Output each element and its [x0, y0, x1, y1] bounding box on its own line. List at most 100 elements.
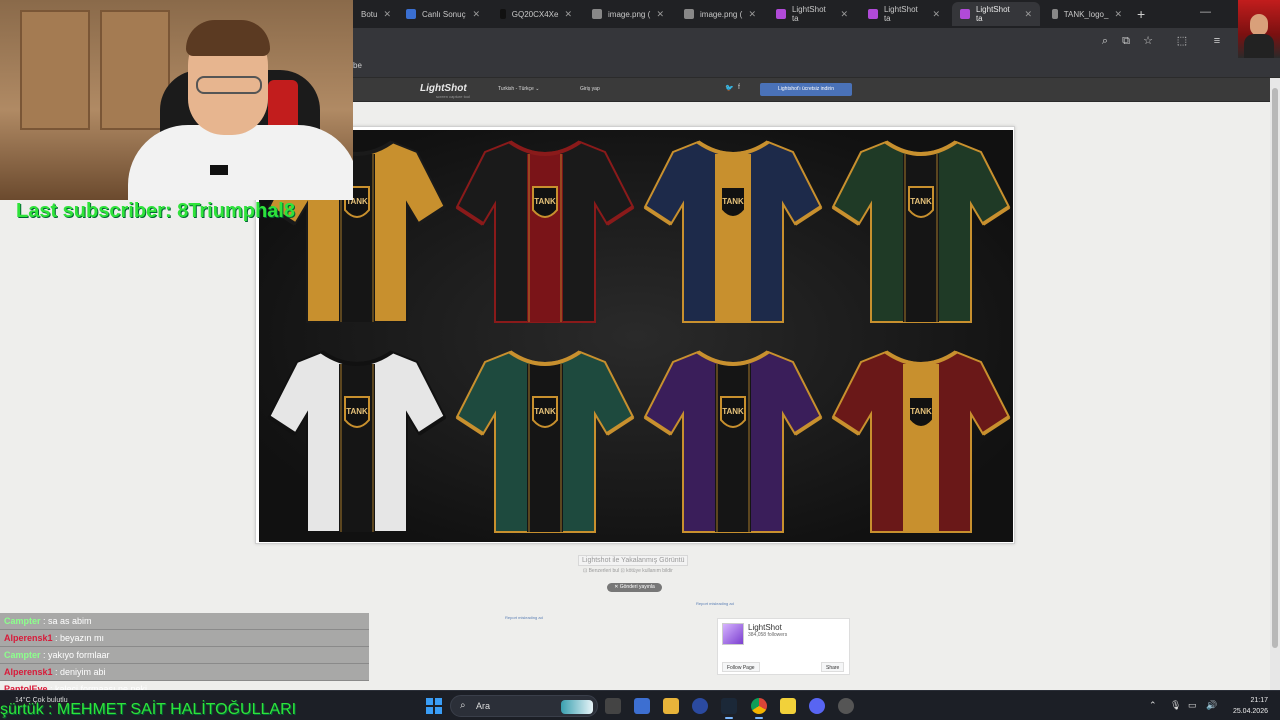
caption-links[interactable]: ⊡ Benzerleri bul ⊡ kötüye kullanım bildi…: [583, 568, 673, 574]
browser-tab[interactable]: LightShot ta ✕: [860, 2, 948, 26]
close-tab-icon[interactable]: ✕: [840, 9, 848, 20]
steam-icon[interactable]: [721, 698, 737, 719]
windows-start-icon[interactable]: [426, 698, 442, 714]
zoom-icon[interactable]: ⌕: [1098, 34, 1112, 48]
chat-username: Campter: [4, 650, 41, 660]
network-icon[interactable]: ▭: [1188, 700, 1197, 711]
tab-label: GQ20CX4Xe: [511, 9, 559, 19]
chat-overlay: Campter : sa as abim Alperensk1 : beyazın…: [0, 613, 369, 698]
jersey-icon: TANK: [455, 140, 635, 323]
browser-tab[interactable]: image.png ( ✕: [676, 2, 764, 26]
task-view-icon[interactable]: [605, 698, 621, 714]
lightshot-logo[interactable]: LightShot: [420, 83, 467, 94]
volume-icon[interactable]: 🔊: [1206, 700, 1217, 711]
chrome-icon[interactable]: [751, 698, 767, 719]
search-placeholder: Ara: [476, 701, 491, 711]
close-tab-icon[interactable]: ✕: [564, 9, 572, 20]
browser-tab[interactable]: LightShot ta ✕: [768, 2, 856, 26]
chat-username: Alperensk1: [4, 633, 53, 643]
close-tab-icon[interactable]: ✕: [932, 9, 940, 20]
new-tab-button[interactable]: +: [1137, 6, 1145, 22]
jersey-icon: TANK: [267, 350, 447, 533]
taskbar-search[interactable]: ⌕ Ara: [450, 695, 598, 717]
chat-text: : sa as abim: [40, 616, 92, 626]
globe-icon: [592, 9, 602, 19]
fb-followers: 384,058 followers: [748, 632, 788, 638]
tab-label: LightShot ta: [883, 5, 918, 23]
chat-username: Campter: [4, 616, 41, 626]
twitter-icon[interactable]: 🐦: [725, 84, 734, 92]
jersey-design: TANK: [455, 132, 635, 327]
search-icon: ⌕: [460, 700, 466, 711]
facebook-icon[interactable]: f: [738, 84, 740, 91]
browser-tab[interactable]: Canlı Sonuç ✕: [398, 2, 488, 26]
close-tab-icon[interactable]: ✕: [383, 9, 391, 20]
install-app-icon[interactable]: ⧉: [1119, 34, 1133, 48]
report-ad-link[interactable]: Report misleading ad: [505, 615, 543, 620]
lightshot-icon: [960, 9, 970, 19]
browser-tab[interactable]: image.png (✕: [584, 2, 672, 26]
chat-text: : beyazın mı: [52, 633, 105, 643]
close-tab-icon[interactable]: ✕: [1114, 9, 1122, 20]
obs-icon[interactable]: [838, 698, 854, 714]
screenshot-image[interactable]: TANK TANK TANK TANK TANK TANK TANK TANK: [259, 130, 1013, 542]
screenshot-caption: Lightshot ile Yakalanmış Görüntü: [578, 555, 689, 566]
microphone-icon[interactable]: 🎙: [1170, 700, 1181, 711]
login-link[interactable]: Giriş yap: [580, 86, 600, 92]
jersey-icon: TANK: [831, 140, 1011, 323]
jersey-icon: TANK: [643, 140, 823, 323]
share-button[interactable]: Share: [821, 662, 845, 672]
chat-text: : yakıyo formlaar: [40, 650, 110, 660]
browser-tab[interactable]: Botu ✕: [353, 2, 393, 26]
shirt-logo: [210, 165, 228, 175]
minimize-icon[interactable]: —: [1200, 6, 1211, 18]
jersey-icon: TANK: [831, 350, 1011, 533]
cabinet-door: [20, 10, 90, 130]
browser-tab[interactable]: TANK_logo_ ✕: [1044, 2, 1130, 26]
streamer-shirt: [128, 125, 353, 200]
last-subscriber-label: Last subscriber: 8Triumphal8: [16, 200, 295, 222]
report-ad-link[interactable]: Report misleading ad: [696, 601, 734, 606]
clock-time: 21:17: [1250, 697, 1268, 704]
system-clock[interactable]: 21:17 25.04.2026: [1228, 695, 1268, 717]
browser-tab[interactable]: LightShot ta ✕: [952, 2, 1040, 26]
tab-label: TANK_logo_: [1063, 9, 1109, 19]
lightshot-avatar[interactable]: [722, 623, 744, 645]
extensions-icon[interactable]: ⬚: [1175, 34, 1189, 48]
globe-icon: [1052, 9, 1058, 19]
webcam-overlay: [0, 0, 353, 200]
close-tab-icon[interactable]: ✕: [656, 9, 664, 20]
reading-list-icon[interactable]: ≡: [1210, 34, 1224, 48]
scroll-thumb[interactable]: [1272, 88, 1278, 648]
follow-page-button[interactable]: Follow Page: [722, 662, 760, 672]
tab-label: image.png (: [700, 9, 743, 19]
jersey-design: TANK: [643, 132, 823, 327]
x-icon: [500, 9, 506, 19]
chat-text: : deniyim abi: [52, 667, 106, 677]
mini-suit: [1244, 34, 1274, 58]
close-tab-icon[interactable]: ✕: [472, 9, 480, 20]
install-button[interactable]: Lightshot'ı ücretsiz indirin: [760, 83, 852, 96]
bookmark-star-icon[interactable]: ☆: [1141, 34, 1155, 48]
svg-text:TANK: TANK: [910, 197, 932, 206]
app-icon[interactable]: [692, 698, 708, 714]
close-tab-icon[interactable]: ✕: [748, 9, 756, 20]
discord-icon[interactable]: [809, 698, 825, 714]
fb-page-name[interactable]: LightShot: [748, 623, 782, 632]
language-select[interactable]: Turkish - Türkçe ⌄: [498, 86, 539, 92]
jersey-icon: TANK: [643, 350, 823, 533]
chat-username: Alperensk1: [4, 667, 53, 677]
tab-label: LightShot ta: [975, 5, 1010, 23]
page-scrollbar[interactable]: [1270, 78, 1280, 690]
sticky-notes-icon[interactable]: [780, 698, 796, 714]
publish-button[interactable]: ✕ Gönderi yayınla: [607, 583, 662, 592]
calculator-icon[interactable]: [634, 698, 650, 714]
tab-label: Canlı Sonuç: [422, 9, 466, 19]
browser-tab[interactable]: GQ20CX4Xe ✕: [492, 2, 580, 26]
tray-chevron-icon[interactable]: ⌃: [1149, 700, 1157, 711]
file-explorer-icon[interactable]: [663, 698, 679, 714]
close-tab-icon[interactable]: ✕: [1024, 9, 1032, 20]
lightshot-tagline: screen capture tool: [436, 94, 471, 99]
bookmark-item[interactable]: be: [353, 61, 362, 70]
chat-ticker: şürtük : MEHMET SAİT HALİTOĞULLARI: [0, 701, 297, 718]
